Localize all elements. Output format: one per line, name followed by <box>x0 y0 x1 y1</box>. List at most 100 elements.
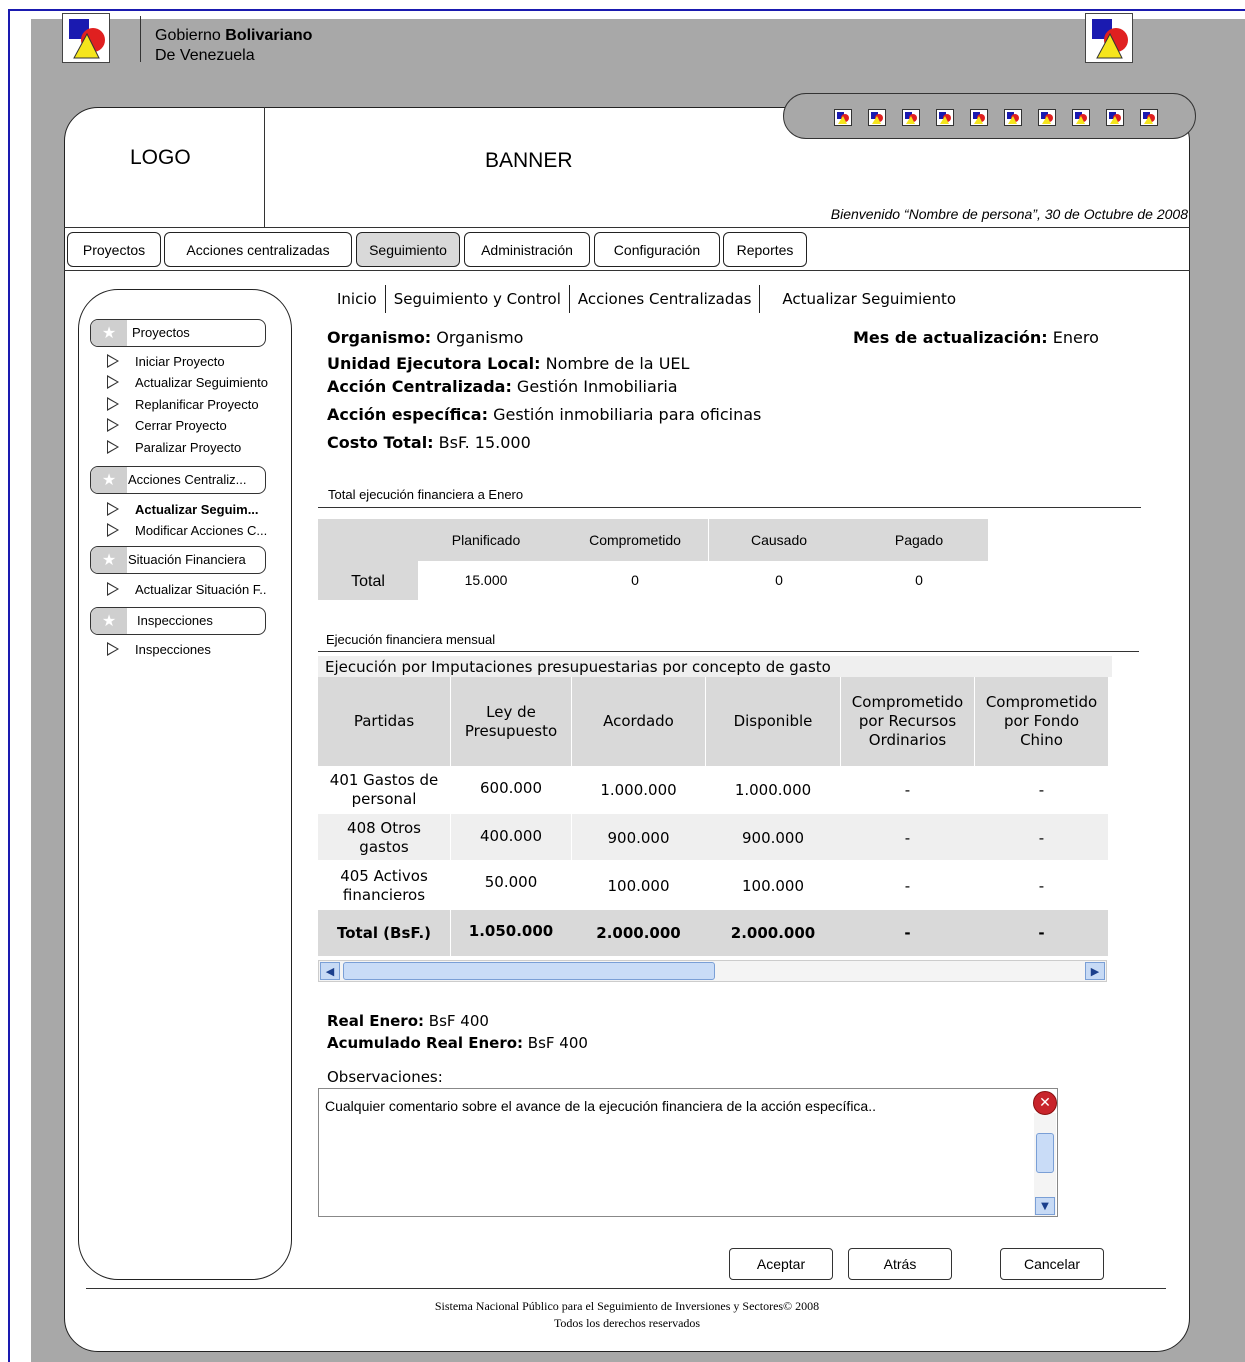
sidebar-item-label: Modificar Acciones C... <box>135 522 268 538</box>
table-row-3-disponible: 100.000 <box>741 876 805 895</box>
info-label: Real Enero: <box>327 1012 425 1030</box>
breadcrumb-acciones-centralizadas[interactable]: Acciones Centralizadas <box>570 290 760 308</box>
triangle-icon <box>107 523 119 537</box>
sidebar-item-label: Iniciar Proyecto <box>135 353 225 369</box>
close-icon[interactable]: ✕ <box>1033 1091 1057 1115</box>
header-divider <box>140 16 141 62</box>
col-header-comprometido-recursos: Comprometido por Recursos Ordinarios <box>851 693 964 749</box>
breadcrumb-actualizar-seguimiento: Actualizar Seguimiento <box>782 290 957 308</box>
info-organismo: Organismo: Organismo <box>327 328 523 347</box>
tabs-bottom-line <box>64 270 1190 271</box>
scroll-thumb[interactable] <box>343 962 715 980</box>
tab-administracion[interactable]: Administración <box>464 232 590 267</box>
total-header-comprometido: Comprometido <box>589 532 681 548</box>
real-enero: Real Enero: BsF 400 <box>327 1012 489 1030</box>
toolbar-app-icon[interactable] <box>1072 109 1090 126</box>
cancelar-button[interactable]: Cancelar <box>1000 1248 1104 1280</box>
aceptar-button[interactable]: Aceptar <box>729 1248 833 1280</box>
government-logo-icon <box>62 13 110 63</box>
toolbar-app-icon[interactable] <box>1038 109 1056 126</box>
tab-configuracion[interactable]: Configuración <box>594 232 720 267</box>
scroll-right-icon[interactable]: ▶ <box>1085 962 1105 980</box>
triangle-icon <box>107 502 119 516</box>
star-icon: ★ <box>91 608 127 634</box>
scroll-down-icon[interactable]: ▼ <box>1035 1197 1055 1215</box>
table-total-acordado: 2.000.000 <box>596 923 681 942</box>
sidebar-item-inspecciones[interactable]: Inspecciones <box>107 639 211 659</box>
info-label: Organismo: <box>327 328 432 347</box>
toolbar-app-icon[interactable] <box>868 109 886 126</box>
toolbar-app-icon[interactable] <box>970 109 988 126</box>
sidebar-item-actualizar-seguim[interactable]: Actualizar Seguim... <box>107 499 259 519</box>
sidebar-item-label: Actualizar Seguim... <box>135 501 259 517</box>
table-total-label: Total (BsF.) <box>336 923 431 942</box>
table-row-3-recursos: - <box>904 876 911 895</box>
footer-line-1: Sistema Nacional Público para el Seguimi… <box>434 1299 820 1313</box>
toolbar-app-icon[interactable] <box>1140 109 1158 126</box>
table-row-1-ley: 600.000 <box>479 778 543 797</box>
table-row-1-acordado: 1.000.000 <box>600 780 677 799</box>
monthly-section-title: Ejecución financiera mensual <box>326 632 496 647</box>
triangle-icon <box>107 397 119 411</box>
breadcrumb-inicio[interactable]: Inicio <box>337 290 385 308</box>
sidebar-item-cerrar-proyecto[interactable]: Cerrar Proyecto <box>107 415 227 435</box>
sidebar-item-paralizar-proyecto[interactable]: Paralizar Proyecto <box>107 437 241 457</box>
sidebar-item-label: Actualizar Seguimiento <box>135 374 268 390</box>
sidebar-item-actualizar-situacion[interactable]: Actualizar Situación F.. <box>107 579 267 599</box>
tab-seguimiento[interactable]: Seguimiento <box>356 232 460 267</box>
triangle-icon <box>107 642 119 656</box>
textarea-vertical-scrollbar[interactable]: ▼ <box>1034 1113 1056 1216</box>
table-row-1-recursos: - <box>904 780 911 799</box>
sidebar-section-acciones-centralizadas[interactable]: ★ Acciones Centraliz... <box>90 466 266 494</box>
sidebar-section-label: Inspecciones <box>137 613 213 628</box>
observaciones-text: Cualquier comentario sobre el avance de … <box>325 1098 876 1114</box>
col-header-disponible: Disponible <box>733 712 813 730</box>
toolbar-app-icon[interactable] <box>902 109 920 126</box>
tab-proyectos[interactable]: Proyectos <box>67 232 161 267</box>
sidebar-item-label: Inspecciones <box>135 641 211 657</box>
info-value: BsF 400 <box>523 1034 588 1052</box>
toolbar-app-icon[interactable] <box>1004 109 1022 126</box>
info-value: Gestión Inmobiliaria <box>511 377 678 396</box>
table-total-recursos: - <box>904 923 911 942</box>
tab-acciones-centralizadas[interactable]: Acciones centralizadas <box>164 232 352 267</box>
government-line2: De Venezuela <box>155 47 255 64</box>
total-value-pagado: 0 <box>915 572 923 588</box>
sidebar-item-modificar-acciones[interactable]: Modificar Acciones C... <box>107 520 267 540</box>
sidebar-item-iniciar-proyecto[interactable]: Iniciar Proyecto <box>107 351 225 371</box>
sidebar-item-label: Cerrar Proyecto <box>135 417 227 433</box>
info-value: BsF 400 <box>424 1012 489 1030</box>
toolbar-app-icon[interactable] <box>834 109 852 126</box>
table-horizontal-scrollbar[interactable]: ◀ ▶ <box>318 960 1107 982</box>
triangle-icon <box>107 440 119 454</box>
info-accion-centralizada: Acción Centralizada: Gestión Inmobiliari… <box>327 377 678 396</box>
sidebar-item-replanificar-proyecto[interactable]: Replanificar Proyecto <box>107 394 259 414</box>
sidebar-section-inspecciones[interactable]: ★ Inspecciones <box>90 607 266 635</box>
observaciones-label: Observaciones: <box>327 1068 443 1086</box>
info-costo-total: Costo Total: BsF. 15.000 <box>327 433 531 452</box>
info-label: Costo Total: <box>327 433 434 452</box>
total-value-planificado: 15.000 <box>464 572 508 588</box>
toolbar-app-icon[interactable] <box>936 109 954 126</box>
info-label: Acumulado Real Enero: <box>327 1034 524 1052</box>
scroll-thumb[interactable] <box>1036 1133 1054 1173</box>
sidebar-section-situacion-financiera[interactable]: ★ Situación Financiera <box>90 546 266 574</box>
atras-button[interactable]: Atrás <box>848 1248 952 1280</box>
tab-reportes[interactable]: Reportes <box>723 232 807 267</box>
star-icon: ★ <box>91 467 127 493</box>
table-row-3-partida: 405 Activos financieros <box>340 867 428 904</box>
col-header-partidas: Partidas <box>353 712 415 730</box>
toolbar-app-icon[interactable] <box>1106 109 1124 126</box>
table-row-2-acordado: 900.000 <box>607 828 670 847</box>
scroll-left-icon[interactable]: ◀ <box>320 962 340 980</box>
table-row-3-acordado: 100.000 <box>607 876 670 895</box>
col-header-comprometido-fondo-chino: Comprometido por Fondo Chino <box>985 693 1098 749</box>
sidebar-item-actualizar-seguimiento[interactable]: Actualizar Seguimiento <box>107 372 268 392</box>
info-label: Mes de actualización: <box>853 328 1048 347</box>
sidebar-section-proyectos[interactable]: ★ Proyectos <box>90 319 266 347</box>
info-accion-especifica: Acción específica: Gestión inmobiliaria … <box>327 405 761 424</box>
total-section-title: Total ejecución financiera a Enero <box>328 487 524 502</box>
breadcrumb-seguimiento-control[interactable]: Seguimiento y Control <box>386 290 569 308</box>
table-row-3-ley: 50.000 <box>484 872 538 891</box>
observaciones-textarea[interactable]: Cualquier comentario sobre el avance de … <box>318 1088 1058 1217</box>
